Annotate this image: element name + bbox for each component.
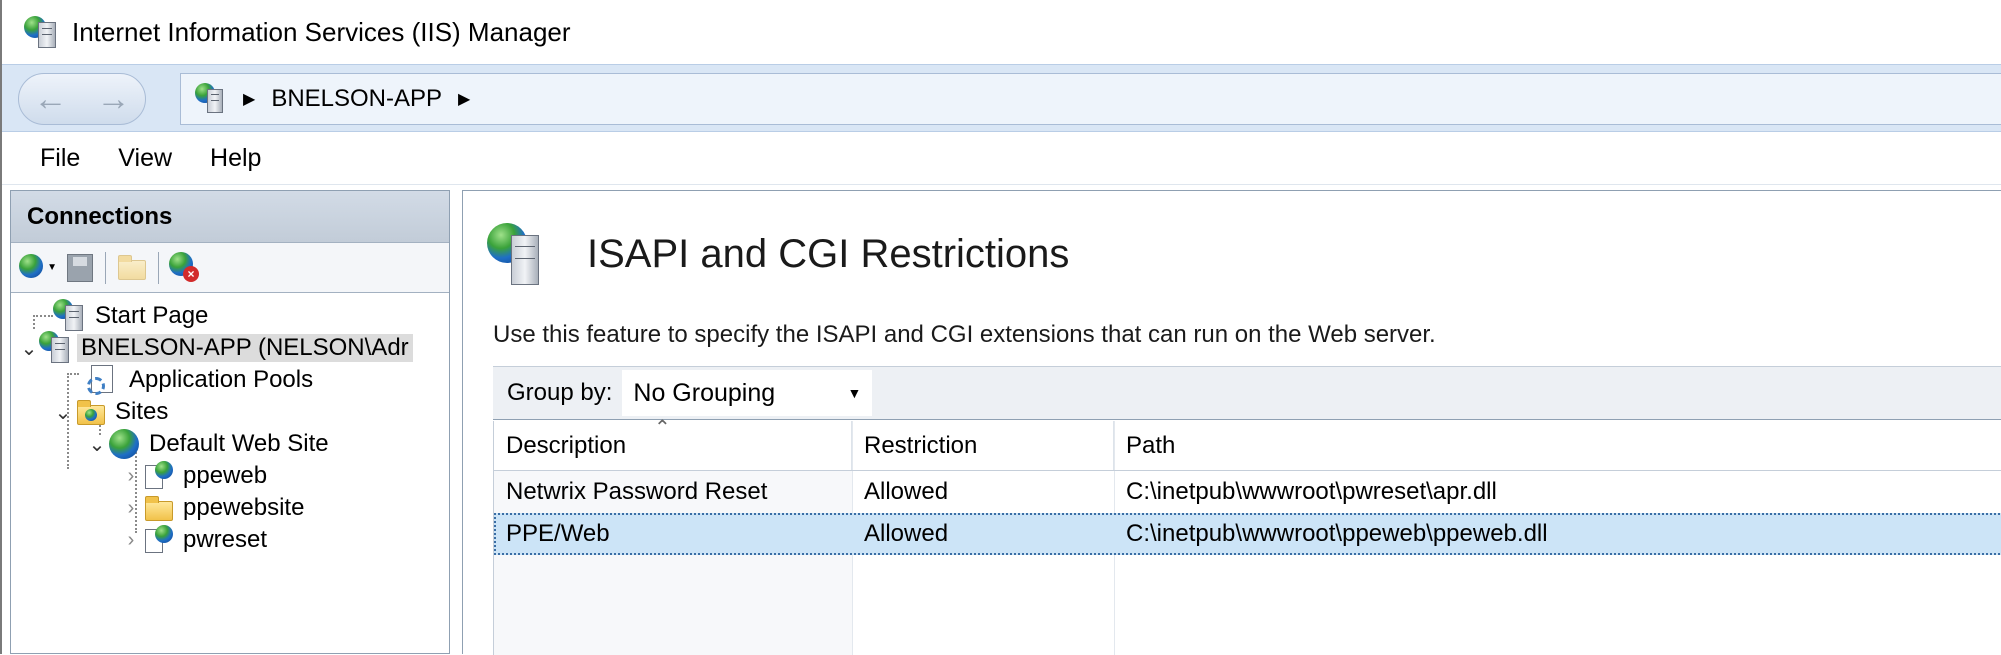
server-icon (39, 331, 73, 365)
cell-description: PPE/Web (506, 520, 610, 547)
title-bar: Internet Information Services (IIS) Mana… (2, 0, 2001, 64)
cell-restriction: Allowed (864, 520, 949, 547)
feature-description: Use this feature to specify the ISAPI an… (493, 321, 1436, 348)
address-bar: ← → ▶ BNELSON-APP ▶ (2, 64, 2001, 132)
disconnect-icon[interactable]: × (167, 250, 203, 286)
group-by-bar: Group by: No Grouping ▼ (493, 366, 2001, 420)
feature-header: ISAPI and CGI Restrictions (487, 219, 1069, 289)
connections-title: Connections (11, 191, 449, 243)
menu-file[interactable]: File (40, 144, 80, 173)
toolbar-separator (105, 251, 106, 284)
sort-ascending-icon: ⌃ (654, 417, 671, 439)
toolbar-separator (158, 251, 159, 284)
group-by-value: No Grouping (633, 378, 776, 407)
chevron-right-icon[interactable]: › (121, 465, 141, 488)
chevron-down-icon[interactable]: ⌄ (53, 400, 73, 425)
menu-view[interactable]: View (118, 144, 172, 173)
tree-item-pwreset[interactable]: › pwreset (121, 521, 271, 559)
breadcrumb[interactable]: ▶ BNELSON-APP ▶ (180, 73, 2001, 125)
connections-pane: Connections ▼ × Start Page ⌄ BNELSON-APP… (10, 190, 450, 654)
iis-app-icon (24, 14, 60, 50)
breadcrumb-server[interactable]: BNELSON-APP (271, 85, 442, 113)
forward-arrow-icon[interactable]: → (97, 82, 131, 116)
sites-folder-icon (73, 395, 107, 429)
connect-icon[interactable]: ▼ (17, 250, 57, 286)
save-icon[interactable] (61, 250, 97, 286)
web-app-icon (141, 523, 175, 557)
chevron-down-icon[interactable]: ⌄ (19, 336, 39, 361)
menu-help[interactable]: Help (210, 144, 261, 173)
chevron-right-icon[interactable]: ▶ (243, 89, 255, 109)
globe-icon (107, 427, 141, 461)
connections-tree: Start Page ⌄ BNELSON-APP (NELSON\Adr App… (11, 293, 449, 653)
chevron-right-icon[interactable]: ▶ (458, 89, 470, 109)
iis-manager-window: Internet Information Services (IIS) Mana… (0, 0, 2001, 655)
table-row-selected[interactable]: PPE/Web Allowed C:\inetpub\wwwroot\ppewe… (494, 513, 2001, 555)
dropdown-arrow-icon[interactable]: ▼ (848, 385, 862, 401)
column-header-path[interactable]: Path (1114, 421, 2001, 470)
server-icon (195, 83, 227, 115)
chevron-down-icon[interactable]: ⌄ (87, 432, 107, 457)
nav-buttons: ← → (18, 73, 146, 125)
restrictions-table: Description ⌃ Restriction Path Netwrix P… (493, 417, 2001, 655)
web-app-icon (141, 459, 175, 493)
table-row[interactable]: Netwrix Password Reset Allowed C:\inetpu… (494, 471, 2001, 513)
isapi-cgi-icon (487, 219, 547, 289)
back-arrow-icon[interactable]: ← (34, 82, 68, 116)
cell-restriction: Allowed (864, 478, 949, 505)
cell-path: C:\inetpub\wwwroot\ppeweb\ppeweb.dll (1126, 520, 1548, 547)
up-level-icon[interactable] (114, 250, 150, 286)
chevron-right-icon[interactable]: › (121, 497, 141, 520)
menu-bar: File View Help (2, 133, 2001, 185)
page-title: ISAPI and CGI Restrictions (587, 231, 1070, 276)
column-header-restriction[interactable]: Restriction (852, 421, 1114, 470)
column-header-description[interactable]: Description ⌃ (494, 417, 852, 470)
group-by-select[interactable]: No Grouping ▼ (622, 370, 873, 416)
window-title: Internet Information Services (IIS) Mana… (72, 16, 571, 47)
feature-pane: ISAPI and CGI Restrictions Use this feat… (462, 190, 2001, 655)
start-page-icon (53, 299, 87, 333)
table-header: Description ⌃ Restriction Path (494, 417, 2001, 471)
app-pools-icon (87, 363, 121, 397)
folder-icon (141, 491, 175, 525)
chevron-right-icon[interactable]: › (121, 529, 141, 552)
cell-description: Netwrix Password Reset (506, 478, 768, 505)
connections-toolbar: ▼ × (11, 243, 449, 293)
cell-path: C:\inetpub\wwwroot\pwreset\apr.dll (1126, 478, 1497, 505)
group-by-label: Group by: (507, 379, 613, 406)
